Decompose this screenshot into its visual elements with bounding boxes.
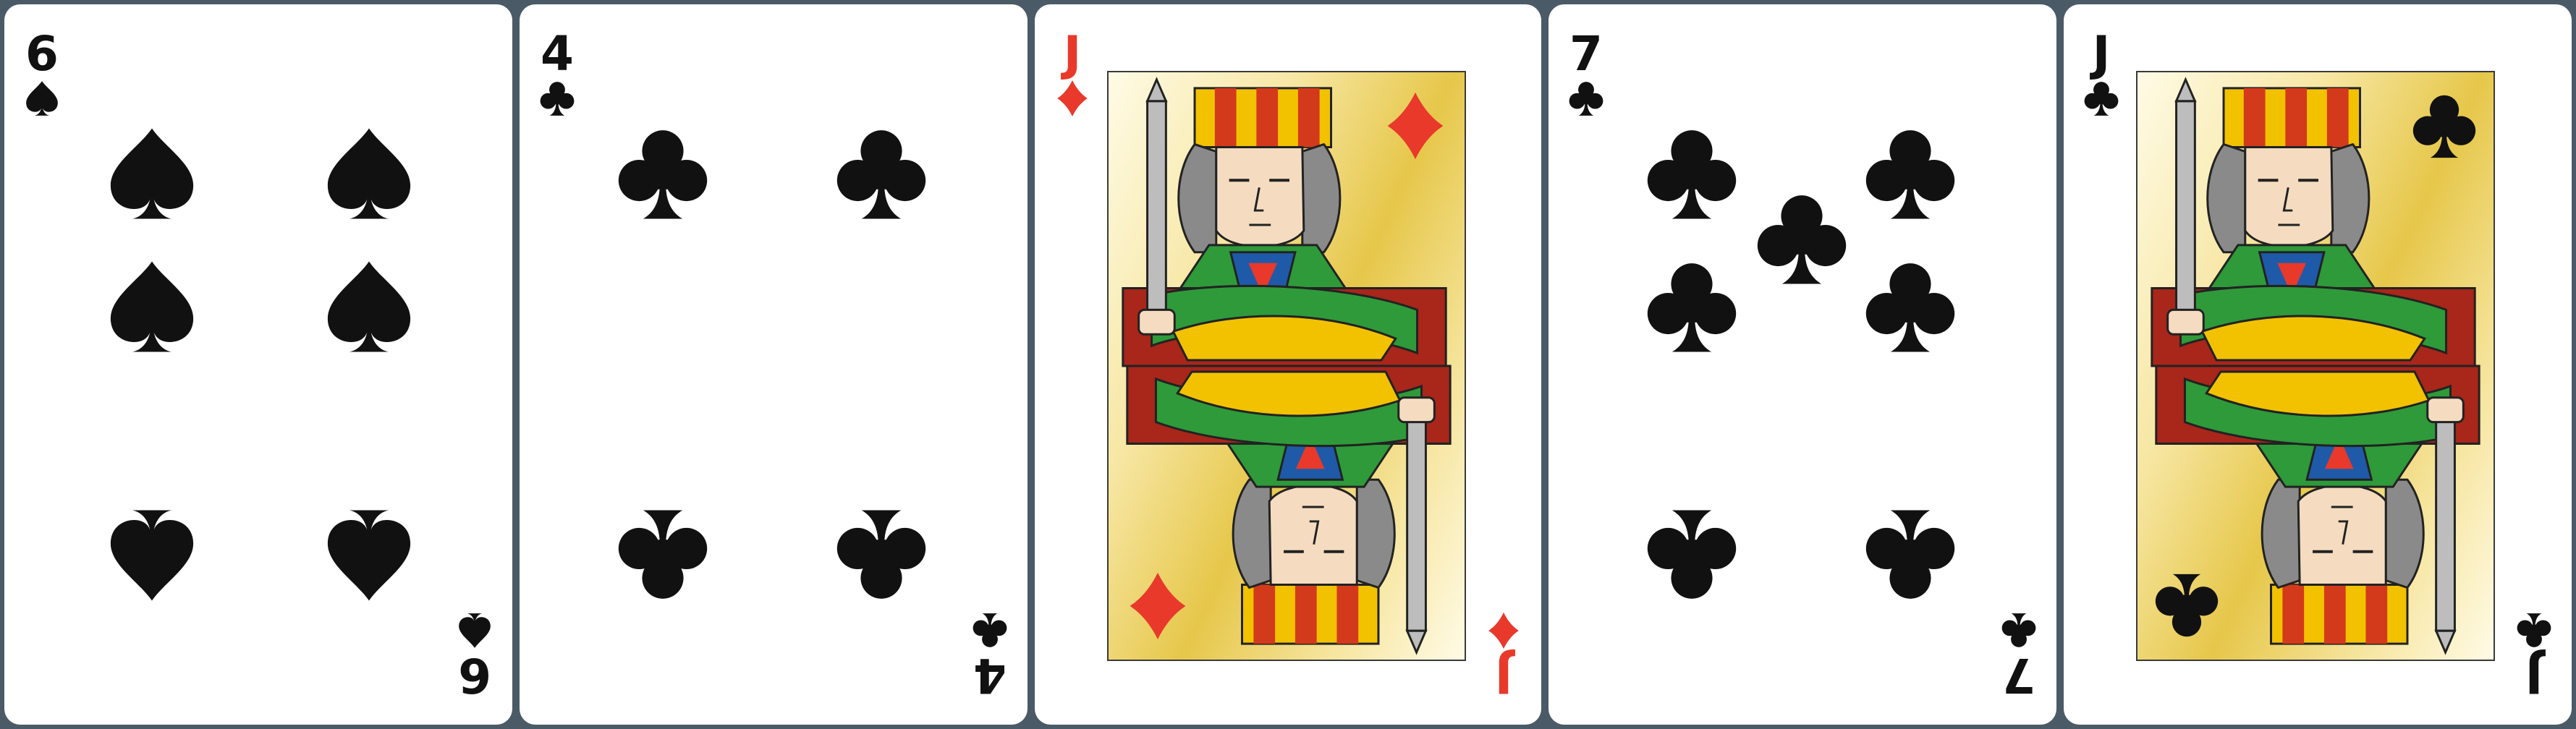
club-icon: [1643, 506, 1741, 605]
card-rank: J: [2525, 647, 2543, 703]
card-index-top: J: [2080, 30, 2123, 117]
club-icon: [2083, 80, 2120, 117]
card-jack-of-clubs[interactable]: J J: [2064, 4, 2572, 725]
club-icon: [1861, 124, 1959, 223]
club-icon: [614, 506, 712, 605]
club-icon: [1861, 506, 1959, 605]
club-icon: [1861, 257, 1959, 356]
card-index-bottom: 4: [968, 612, 1012, 703]
card-4-of-clubs[interactable]: 4 4: [520, 4, 1028, 725]
spade-icon: [320, 506, 418, 605]
card-rank: 4: [973, 647, 1007, 703]
card-rank: J: [2092, 26, 2111, 82]
spade-icon: [456, 612, 493, 649]
diamond-icon: [1485, 612, 1522, 649]
spade-icon: [320, 257, 418, 356]
spade-icon: [103, 506, 201, 605]
card-index-bottom: J: [2512, 612, 2556, 703]
card-6-of-spades[interactable]: 6 6: [4, 4, 512, 725]
card-rank: 6: [458, 647, 491, 703]
club-icon: [1643, 124, 1741, 223]
card-index-top: 6: [20, 30, 64, 117]
spade-icon: [320, 124, 418, 223]
club-icon: [614, 124, 712, 223]
card-index-top: J: [1051, 30, 1094, 117]
spade-icon: [23, 80, 61, 117]
spade-icon: [103, 257, 201, 356]
card-jack-of-diamonds[interactable]: J J: [1035, 4, 1541, 725]
card-rank: J: [1063, 26, 1082, 82]
card-index-bottom: 7: [1997, 612, 2041, 703]
card-index-bottom: J: [1482, 612, 1525, 703]
club-icon: [832, 124, 931, 223]
club-icon: [2515, 612, 2553, 649]
club-icon: [1753, 189, 1851, 288]
club-icon: [2152, 571, 2221, 641]
card-rank: 7: [1569, 26, 1603, 82]
card-rank: J: [1494, 647, 1513, 703]
diamond-icon: [1054, 80, 1091, 117]
diamond-icon: [1381, 91, 1450, 161]
diamond-icon: [1123, 571, 1192, 641]
club-icon: [2000, 612, 2038, 649]
jack-face-art: [2136, 71, 2495, 661]
card-index-bottom: 6: [453, 612, 496, 703]
card-rank: 7: [2002, 647, 2035, 703]
card-index-top: 4: [535, 30, 579, 117]
card-rank: 6: [25, 26, 59, 82]
club-icon: [1643, 257, 1741, 356]
club-icon: [538, 80, 576, 117]
club-icon: [971, 612, 1009, 649]
spade-icon: [103, 124, 201, 223]
card-index-top: 7: [1564, 30, 1608, 117]
jack-face-art: [1107, 71, 1466, 661]
card-7-of-clubs[interactable]: 7 7: [1548, 4, 2056, 725]
club-icon: [1567, 80, 1605, 117]
club-icon: [832, 506, 931, 605]
card-rank: 4: [541, 26, 574, 82]
club-icon: [2410, 91, 2479, 161]
